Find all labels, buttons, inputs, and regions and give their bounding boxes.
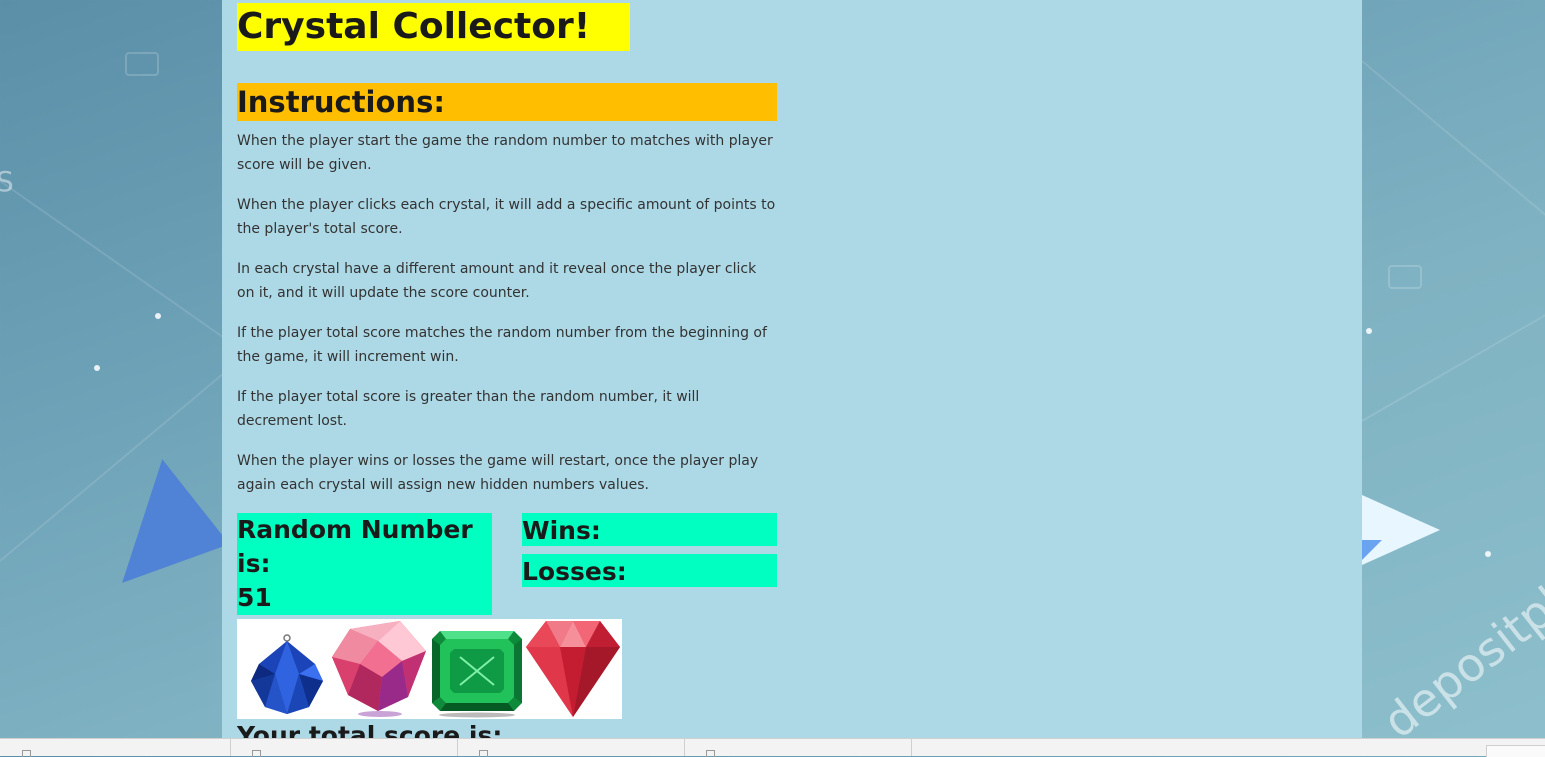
file-icon bbox=[479, 750, 488, 757]
random-number-label: Random Number is: bbox=[237, 515, 473, 578]
losses-label: Losses: bbox=[522, 557, 627, 586]
game-content: Crystal Collector! Instructions: When th… bbox=[237, 3, 777, 615]
instruction-paragraph: When the player clicks each crystal, it … bbox=[237, 197, 776, 237]
instruction-paragraph: If the player total score matches the ra… bbox=[237, 325, 767, 365]
green-crystal-button[interactable] bbox=[430, 619, 524, 719]
show-all-button[interactable] bbox=[1486, 745, 1545, 757]
pink-crystal-button[interactable] bbox=[330, 619, 430, 719]
instruction-paragraph: When the player wins or losses the game … bbox=[237, 453, 759, 493]
game-panel: Crystal Collector! Instructions: When th… bbox=[222, 0, 1362, 738]
wins-label: Wins: bbox=[522, 516, 601, 545]
download-item[interactable] bbox=[0, 739, 231, 757]
file-icon bbox=[22, 750, 31, 757]
blue-crystal-button[interactable] bbox=[237, 619, 332, 719]
instruction-paragraph: In each crystal have a different amount … bbox=[237, 261, 757, 301]
file-icon bbox=[706, 750, 715, 757]
download-item[interactable] bbox=[230, 739, 458, 757]
file-icon bbox=[252, 750, 261, 757]
random-number-value: 51 bbox=[237, 583, 272, 612]
bottom-bar bbox=[0, 738, 1545, 757]
crystal-row bbox=[237, 619, 622, 719]
instructions-heading: Instructions: bbox=[237, 83, 777, 121]
page-title: Crystal Collector! bbox=[237, 3, 631, 51]
red-crystal-button[interactable] bbox=[524, 619, 622, 719]
losses-box: Losses: bbox=[522, 554, 777, 587]
stats-panel: Random Number is: 51 Wins: Losses: bbox=[237, 513, 777, 615]
wins-box: Wins: bbox=[522, 513, 777, 546]
download-item[interactable] bbox=[457, 739, 685, 757]
instruction-paragraph: If the player total score is greater tha… bbox=[237, 389, 700, 429]
total-score-label: Your total score is: bbox=[237, 721, 503, 738]
random-number-box: Random Number is: 51 bbox=[237, 513, 492, 615]
instruction-paragraph: When the player start the game the rando… bbox=[237, 133, 773, 173]
download-item[interactable] bbox=[684, 739, 912, 757]
